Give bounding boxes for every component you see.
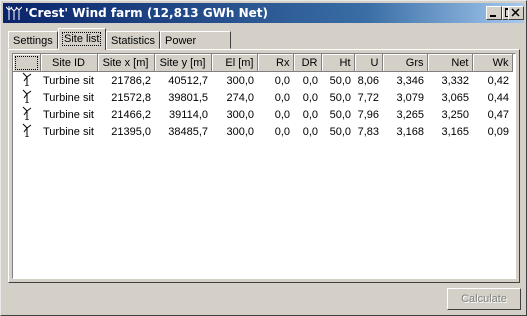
cell-site-id: Turbine sit [43, 91, 94, 104]
cell-ht: 50,0 [329, 125, 351, 138]
cell-el: 300,0 [226, 74, 254, 87]
site-list-grid[interactable]: Site ID Site x [m] Site y [m] El [m] Rx … [12, 53, 516, 279]
cell-grs: 3,168 [396, 125, 424, 138]
table-row[interactable]: Turbine sit 21395,0 38485,7 300,0 0,0 0,0 50,0… [13, 123, 512, 140]
calculate-button[interactable]: Calculate [447, 288, 521, 310]
tab-power-curve[interactable]: Power curve [160, 31, 231, 65]
column-header-rx[interactable]: Rx [257, 54, 294, 72]
column-header-net[interactable]: Net [427, 54, 473, 72]
minimize-icon [490, 15, 496, 17]
cell-dr: 0,0 [302, 125, 318, 138]
column-header-grs[interactable]: Grs [382, 54, 428, 72]
tab-site-list-label: Site list [61, 32, 102, 46]
table-row[interactable]: Turbine sit 21786,2 40512,7 300,0 0,0 0,0 50,0… [13, 72, 512, 90]
tab-site-list[interactable]: Site list [58, 28, 106, 50]
column-header-site-id[interactable]: Site ID [40, 54, 98, 72]
tab-statistics-label: Statistics [111, 35, 156, 47]
cell-site-id: Turbine sit [43, 108, 94, 121]
cell-site-y: 39114,0 [169, 108, 208, 121]
cell-u: 7,83 [357, 125, 379, 138]
cell-u: 8,06 [357, 74, 379, 87]
column-header-u[interactable]: U [354, 54, 383, 72]
cell-grs: 3,079 [396, 91, 424, 104]
site-list-panel: Site ID Site x [m] Site y [m] El [m] Rx … [8, 49, 520, 283]
column-header-site-x[interactable]: Site x [m] [97, 54, 155, 72]
cell-site-x: 21572,8 [111, 91, 151, 104]
column-header-site-y[interactable]: Site y [m] [154, 54, 212, 72]
tab-settings-label: Settings [13, 35, 53, 47]
cell-rx: 0,0 [274, 74, 290, 87]
cell-rx: 0,0 [274, 108, 290, 121]
cell-el: 274,0 [226, 91, 254, 104]
column-header-wk[interactable]: Wk [472, 54, 513, 72]
cell-el: 300,0 [226, 125, 254, 138]
turbine-icon [13, 89, 40, 106]
cell-wk: 0,09 [487, 125, 509, 138]
cell-site-y: 39801,5 [168, 91, 208, 104]
turbine-icon [13, 72, 40, 90]
column-header-select[interactable] [13, 54, 41, 72]
turbine-icon [13, 106, 40, 123]
wind-farm-app-icon [6, 6, 22, 20]
tab-settings[interactable]: Settings [8, 31, 58, 49]
cell-dr: 0,0 [302, 108, 318, 121]
site-table: Site ID Site x [m] Site y [m] El [m] Rx … [13, 54, 513, 140]
cell-wk: 0,42 [487, 74, 509, 87]
cell-net: 3,165 [441, 125, 469, 138]
cell-ht: 50,0 [329, 91, 351, 104]
title-bar[interactable]: 'Crest' Wind farm (12,813 GWh Net) [3, 3, 524, 23]
cell-dr: 0,0 [302, 91, 318, 104]
table-row[interactable]: Turbine sit 21572,8 39801,5 274,0 0,0 0,0 50,0… [13, 89, 512, 106]
column-header-el[interactable]: El [m] [211, 54, 258, 72]
cell-el: 300,0 [226, 108, 254, 121]
column-header-dr[interactable]: DR [293, 54, 322, 72]
wind-farm-window: 'Crest' Wind farm (12,813 GWh Net) Setti… [0, 0, 527, 316]
cell-ht: 50,0 [329, 74, 351, 87]
cell-site-y: 38485,7 [168, 125, 208, 138]
cell-site-id: Turbine sit [43, 74, 94, 87]
cell-rx: 0,0 [274, 91, 290, 104]
window-title: 'Crest' Wind farm (12,813 GWh Net) [25, 6, 269, 20]
cell-u: 7,72 [357, 91, 379, 104]
close-button[interactable] [508, 6, 524, 20]
minimize-button[interactable] [486, 6, 502, 20]
cell-grs: 3,265 [396, 108, 424, 121]
cell-net: 3,332 [441, 74, 469, 87]
cell-site-x: 21786,2 [111, 74, 151, 87]
close-icon [511, 8, 520, 17]
cell-site-x: 21395,0 [111, 125, 151, 138]
cell-rx: 0,0 [274, 125, 290, 138]
cell-site-x: 21466,2 [111, 108, 151, 121]
column-header-ht[interactable]: Ht [321, 54, 355, 72]
table-header-row: Site ID Site x [m] Site y [m] El [m] Rx … [13, 54, 513, 72]
cell-site-y: 40512,7 [168, 74, 208, 87]
cell-net: 3,065 [441, 91, 469, 104]
cell-net: 3,250 [441, 108, 469, 121]
cell-ht: 50,0 [329, 108, 351, 121]
cell-dr: 0,0 [302, 74, 318, 87]
cell-wk: 0,44 [487, 91, 509, 104]
turbine-icon [13, 123, 40, 140]
cell-u: 7,96 [357, 108, 379, 121]
table-row[interactable]: Turbine sit 21466,2 39114,0 300,0 0,0 0,0 50,0… [13, 106, 512, 123]
tab-statistics[interactable]: Statistics [106, 31, 160, 49]
cell-grs: 3,346 [396, 74, 424, 87]
cell-wk: 0,47 [487, 108, 509, 121]
cell-site-id: Turbine sit [43, 125, 94, 138]
